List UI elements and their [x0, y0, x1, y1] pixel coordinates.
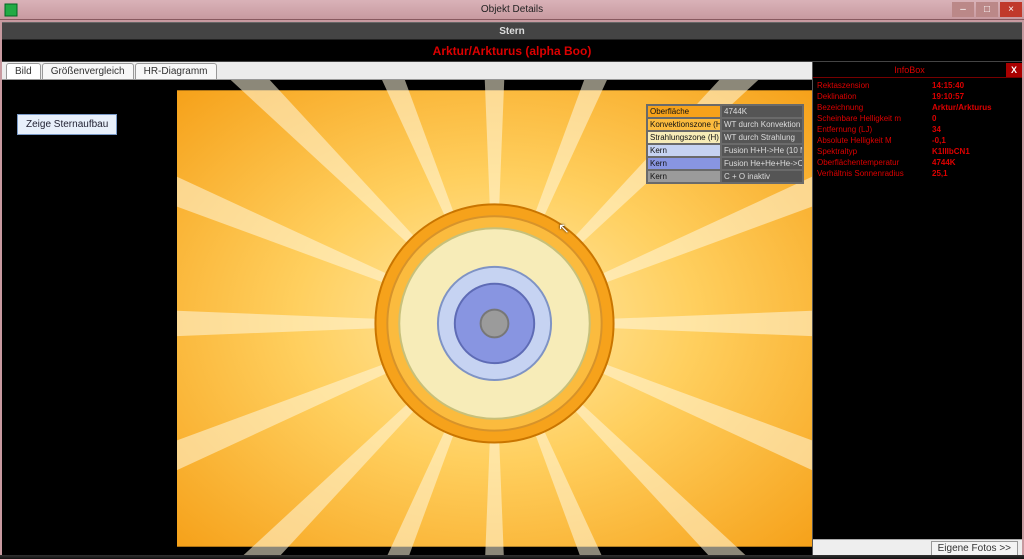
infobox-row: Rektaszension14:15:40 [817, 80, 1018, 91]
tabbar: Bild Größenvergleich HR-Diagramm [2, 62, 812, 80]
object-type-header: Stern [2, 22, 1022, 40]
legend-desc: C + O inaktiv [721, 170, 803, 183]
layer-circle-5 [481, 310, 509, 338]
infobox-key: Entfernung (LJ) [817, 124, 932, 135]
legend-row: Strahlungszone (H)WT durch Strahlung [647, 131, 803, 144]
legend-desc: Fusion He+He+He->C (100 Mio. K) [721, 157, 803, 170]
image-viewport: Zeige Sternaufbau [2, 80, 812, 557]
own-photos-button[interactable]: Eigene Fotos >> [931, 541, 1018, 556]
infobox-key: Scheinbare Helligkeit m [817, 113, 932, 124]
infobox-row: Verhältnis Sonnenradius25,1 [817, 168, 1018, 179]
legend-desc: WT durch Strahlung [721, 131, 803, 144]
infobox-key: Verhältnis Sonnenradius [817, 168, 932, 179]
infobox-key: Spektraltyp [817, 146, 932, 157]
infobox-row: Oberflächentemperatur4744K [817, 157, 1018, 168]
legend-desc: 4744K [721, 105, 803, 118]
legend-label: Kern [647, 157, 721, 170]
infobox-value: 34 [932, 124, 1018, 135]
tab-hr-diagramm[interactable]: HR-Diagramm [135, 63, 217, 79]
tab-bild[interactable]: Bild [6, 63, 41, 79]
infobox-key: Bezeichnung [817, 102, 932, 113]
infobox-body: Rektaszension14:15:40Deklination19:10:57… [813, 78, 1022, 539]
legend-row: Konvektionszone (H)WT durch Konvektion [647, 118, 803, 131]
legend-label: Oberfläche [647, 105, 721, 118]
infobox-value: -0,1 [932, 135, 1018, 146]
infobox-row: Absolute Helligkeit M-0,1 [817, 135, 1018, 146]
legend-desc: Fusion H+H->He (10 Mio. K) [721, 144, 803, 157]
infobox-key: Deklination [817, 91, 932, 102]
legend-row: KernFusion H+H->He (10 Mio. K) [647, 144, 803, 157]
infobox-value: 25,1 [932, 168, 1018, 179]
infobox-row: Entfernung (LJ)34 [817, 124, 1018, 135]
legend-label: Kern [647, 144, 721, 157]
infobox-close-button[interactable]: X [1006, 63, 1022, 77]
infobox-row: SpektraltypK1IIIbCN1 [817, 146, 1018, 157]
infobox-row: Deklination19:10:57 [817, 91, 1018, 102]
window-title: Objekt Details [0, 4, 1024, 15]
close-button[interactable]: × [1000, 2, 1022, 17]
window-titlebar: Objekt Details – □ × [0, 0, 1024, 20]
taskbar-sliver [0, 555, 1024, 559]
legend-label: Strahlungszone (H) [647, 131, 721, 144]
infobox-row: BezeichnungArktur/Arkturus [817, 102, 1018, 113]
infobox-value: K1IIIbCN1 [932, 146, 1018, 157]
infobox-key: Absolute Helligkeit M [817, 135, 932, 146]
infobox-value: 19:10:57 [932, 91, 1018, 102]
legend-row: Oberfläche4744K [647, 105, 803, 118]
maximize-button[interactable]: □ [976, 2, 998, 17]
star-layers [375, 204, 613, 442]
infobox-row: Scheinbare Helligkeit m0 [817, 113, 1018, 124]
layer-legend: Oberfläche4744KKonvektionszone (H)WT dur… [646, 104, 804, 184]
infobox-panel: InfoBox X Rektaszension14:15:40Deklinati… [812, 62, 1022, 557]
legend-row: KernFusion He+He+He->C (100 Mio. K) [647, 157, 803, 170]
legend-desc: WT durch Konvektion [721, 118, 803, 131]
minimize-button[interactable]: – [952, 2, 974, 17]
infobox-key: Rektaszension [817, 80, 932, 91]
infobox-value: 0 [932, 113, 1018, 124]
infobox-key: Oberflächentemperatur [817, 157, 932, 168]
show-structure-button[interactable]: Zeige Sternaufbau [17, 114, 117, 135]
object-name-header: Arktur/Arkturus (alpha Boo) [2, 40, 1022, 62]
infobox-value: Arktur/Arkturus [932, 102, 1018, 113]
legend-label: Konvektionszone (H) [647, 118, 721, 131]
infobox-title: InfoBox [813, 65, 1006, 75]
legend-row: KernC + O inaktiv [647, 170, 803, 183]
legend-label: Kern [647, 170, 721, 183]
infobox-value: 4744K [932, 157, 1018, 168]
window-frame: Stern Arktur/Arkturus (alpha Boo) Bild G… [0, 20, 1024, 559]
tab-groessen[interactable]: Größenvergleich [42, 63, 134, 79]
infobox-value: 14:15:40 [932, 80, 1018, 91]
